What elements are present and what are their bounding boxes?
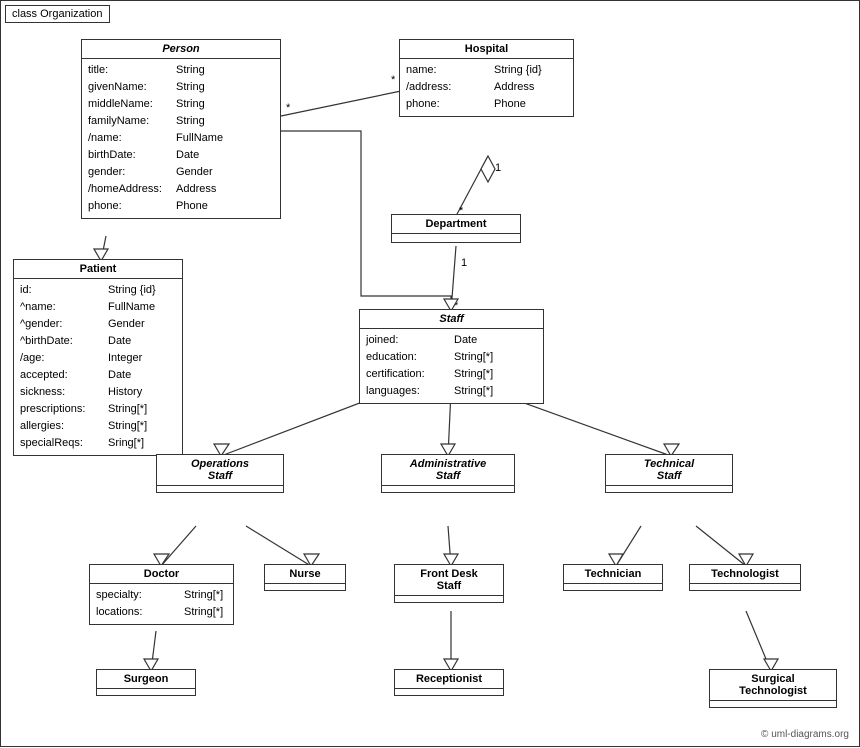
class-front-desk-name: Front DeskStaff	[395, 565, 503, 596]
class-patient: Patient id:String {id} ^name:FullName ^g…	[13, 259, 183, 456]
class-receptionist-body	[395, 689, 503, 695]
class-patient-name: Patient	[14, 260, 182, 279]
class-nurse-body	[265, 584, 345, 590]
class-surgical-technologist-name: SurgicalTechnologist	[710, 670, 836, 701]
class-patient-body: id:String {id} ^name:FullName ^gender:Ge…	[14, 279, 182, 455]
class-technologist-name: Technologist	[690, 565, 800, 584]
class-hospital-name: Hospital	[400, 40, 573, 59]
class-admin-staff-name: AdministrativeStaff	[382, 455, 514, 486]
class-doctor: Doctor specialty:String[*] locations:Str…	[89, 564, 234, 625]
class-staff: Staff joined:Date education:String[*] ce…	[359, 309, 544, 404]
class-department: Department	[391, 214, 521, 243]
class-nurse-name: Nurse	[265, 565, 345, 584]
class-technologist-body	[690, 584, 800, 590]
class-operations-staff-body	[157, 486, 283, 492]
class-surgical-technologist: SurgicalTechnologist	[709, 669, 837, 708]
class-department-body	[392, 234, 520, 242]
class-receptionist: Receptionist	[394, 669, 504, 696]
class-front-desk: Front DeskStaff	[394, 564, 504, 603]
class-receptionist-name: Receptionist	[395, 670, 503, 689]
class-person-body: title:String givenName:String middleName…	[82, 59, 280, 218]
class-admin-staff: AdministrativeStaff	[381, 454, 515, 493]
class-operations-staff-name: OperationsStaff	[157, 455, 283, 486]
class-department-name: Department	[392, 215, 520, 234]
class-operations-staff: OperationsStaff	[156, 454, 284, 493]
class-admin-staff-body	[382, 486, 514, 492]
class-technical-staff-body	[606, 486, 732, 492]
class-technologist: Technologist	[689, 564, 801, 591]
class-hospital-body: name:String {id} /address:Address phone:…	[400, 59, 573, 116]
class-surgeon-name: Surgeon	[97, 670, 195, 689]
copyright: © uml-diagrams.org	[761, 729, 849, 740]
class-staff-body: joined:Date education:String[*] certific…	[360, 329, 543, 403]
class-front-desk-body	[395, 596, 503, 602]
class-doctor-body: specialty:String[*] locations:String[*]	[90, 584, 233, 624]
svg-text:1: 1	[495, 162, 501, 174]
class-technical-staff: TechnicalStaff	[605, 454, 733, 493]
svg-text:1: 1	[461, 257, 467, 269]
class-technician: Technician	[563, 564, 663, 591]
class-nurse: Nurse	[264, 564, 346, 591]
class-person-name: Person	[82, 40, 280, 59]
class-technical-staff-name: TechnicalStaff	[606, 455, 732, 486]
class-surgeon: Surgeon	[96, 669, 196, 696]
class-hospital: Hospital name:String {id} /address:Addre…	[399, 39, 574, 117]
svg-text:*: *	[286, 102, 291, 114]
diagram-title: class Organization	[5, 5, 110, 23]
svg-text:*: *	[391, 74, 396, 86]
class-staff-name: Staff	[360, 310, 543, 329]
class-surgical-technologist-body	[710, 701, 836, 707]
class-person: Person title:String givenName:String mid…	[81, 39, 281, 219]
class-doctor-name: Doctor	[90, 565, 233, 584]
class-surgeon-body	[97, 689, 195, 695]
class-technician-name: Technician	[564, 565, 662, 584]
diagram-container: class Organization * * 1 * 1 *	[0, 0, 860, 747]
class-technician-body	[564, 584, 662, 590]
